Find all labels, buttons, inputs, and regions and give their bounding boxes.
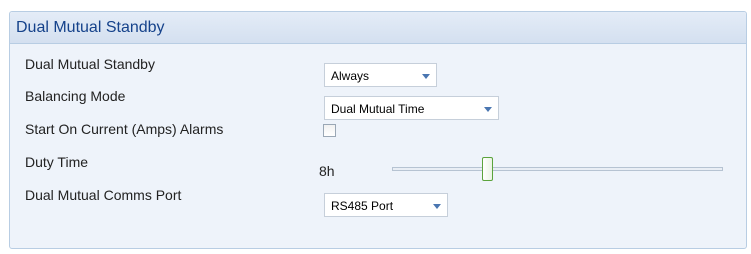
duty-time-label: Duty Time — [25, 154, 89, 170]
chevron-down-icon — [422, 74, 430, 79]
duty-time-slider-track[interactable] — [392, 167, 723, 171]
duty-time-slider-thumb[interactable] — [482, 157, 493, 181]
balancing-mode-label: Balancing Mode — [25, 88, 126, 104]
balancing-mode-value: Dual Mutual Time — [331, 102, 425, 116]
comms-port-dropdown[interactable]: RS485 Port — [324, 193, 448, 217]
panel-header: Dual Mutual Standby — [10, 12, 746, 44]
balancing-mode-dropdown[interactable]: Dual Mutual Time — [324, 96, 499, 120]
comms-port-value: RS485 Port — [331, 199, 394, 213]
dual-mutual-standby-label: Dual Mutual Standby — [25, 56, 155, 72]
dual-mutual-standby-dropdown[interactable]: Always — [324, 63, 437, 87]
panel-title: Dual Mutual Standby — [16, 19, 165, 36]
duty-time-value: 8h — [319, 163, 335, 179]
start-on-current-alarms-label: Start On Current (Amps) Alarms — [25, 121, 224, 137]
comms-port-label: Dual Mutual Comms Port — [25, 187, 182, 203]
chevron-down-icon — [433, 204, 441, 209]
dual-mutual-standby-value: Always — [331, 69, 370, 83]
chevron-down-icon — [484, 107, 492, 112]
start-on-current-alarms-checkbox[interactable] — [323, 124, 336, 137]
